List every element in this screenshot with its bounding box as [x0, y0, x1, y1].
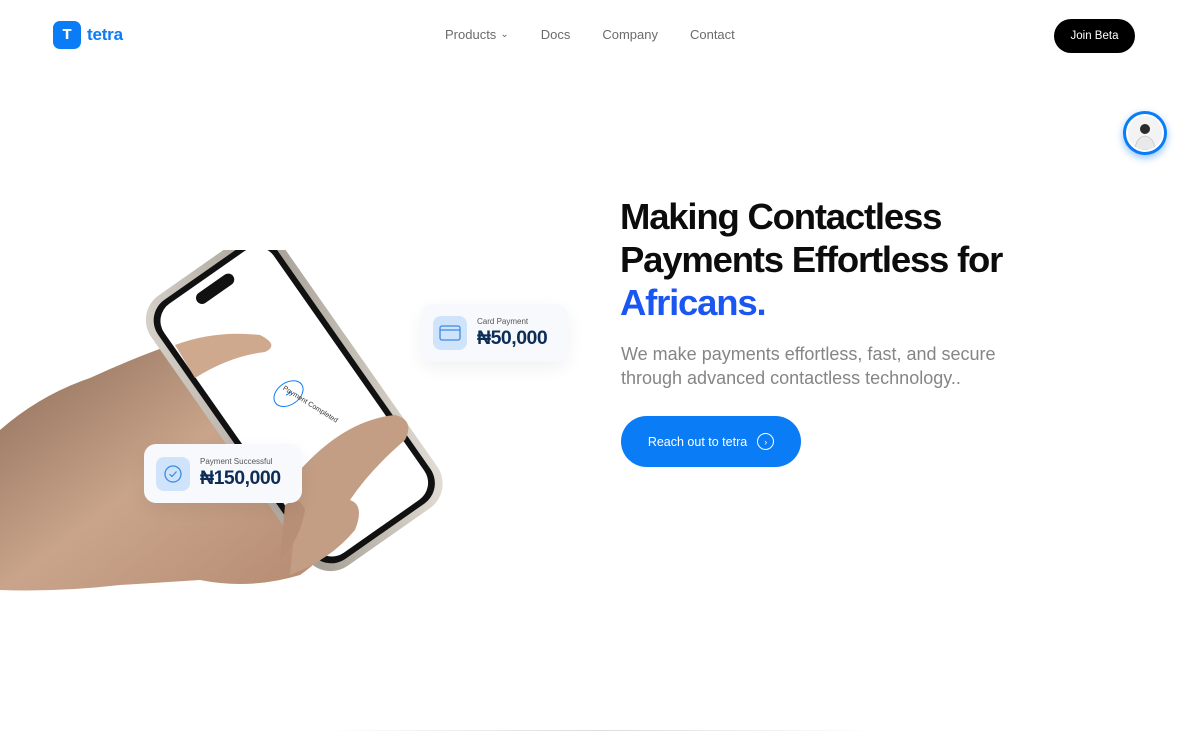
chat-widget-button[interactable] [1123, 111, 1167, 155]
payment-successful-label: Payment Successful [200, 457, 273, 466]
join-beta-button[interactable]: Join Beta [1054, 19, 1135, 53]
hero-title: Making Contactless Payments Effortless f… [620, 195, 1090, 324]
main-nav: Products ⌄ Docs Company Contact [445, 27, 735, 42]
nav-item-label: Company [602, 27, 658, 42]
card-payment-label: Card Payment [477, 316, 529, 326]
hand-phone-illustration [0, 250, 443, 591]
reach-out-button[interactable]: Reach out to tetra › [621, 416, 801, 467]
nav-item-products[interactable]: Products ⌄ [445, 27, 509, 42]
hero-title-line2: Payments Effortless for [620, 239, 1003, 280]
logo[interactable]: T tetra [53, 21, 123, 49]
card-payment-card: Card Payment ₦50,000 [421, 304, 568, 362]
hero-title-highlight: Africans. [620, 282, 767, 323]
hero-title-line1: Making Contactless [620, 196, 942, 237]
chevron-down-icon: ⌄ [500, 29, 509, 40]
nav-item-docs[interactable]: Docs [541, 27, 571, 42]
section-divider [320, 730, 880, 731]
payment-successful-amount: ₦150,000 [200, 467, 281, 489]
hero-subtitle-line2: through advanced contactless technology.… [621, 368, 961, 388]
card-payment-amount: ₦50,000 [477, 326, 548, 349]
nav-item-label: Products [445, 27, 497, 42]
hero-subtitle-line1: We make payments effortless, fast, and s… [621, 344, 996, 364]
card-icon [433, 316, 467, 350]
check-circle-icon [156, 456, 190, 491]
chat-avatar-icon [1126, 114, 1164, 152]
logo-mark-icon: T [53, 21, 81, 49]
payment-successful-card: Payment Successful ₦150,000 [144, 444, 302, 503]
nav-item-label: Docs [540, 27, 571, 42]
brand-name: tetra [87, 25, 123, 44]
nav-item-contact[interactable]: Contact [690, 27, 735, 42]
arrow-circle-right-icon: › [757, 433, 775, 450]
reach-out-label: Reach out to tetra [647, 434, 748, 449]
nav-item-company[interactable]: Company [602, 27, 658, 42]
hero-subtitle: We make payments effortless, fast, and s… [621, 342, 1041, 390]
nav-item-label: Contact [689, 27, 735, 42]
